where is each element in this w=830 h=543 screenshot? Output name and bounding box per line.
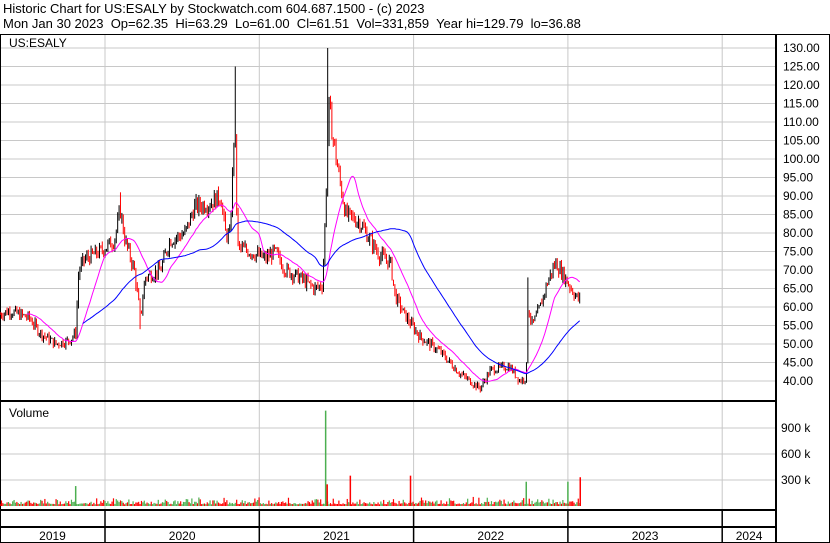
year-label-2020: 2020 (169, 529, 196, 543)
price-tick-label: 75.00 (783, 245, 813, 259)
price-tick-label: 60.00 (783, 300, 813, 314)
price-tick-label: 65.00 (783, 282, 813, 296)
price-tick-label: 45.00 (783, 356, 813, 370)
price-tick-label: 70.00 (783, 263, 813, 277)
price-tick-label: 55.00 (783, 319, 813, 333)
price-tick-label: 110.00 (783, 115, 819, 129)
price-tick-label: 130.00 (783, 41, 820, 55)
price-tick-label: 120.00 (783, 78, 820, 92)
volume-tick-label: 600 k (781, 447, 811, 461)
year-label-2023: 2023 (632, 529, 659, 543)
price-tick-label: 90.00 (783, 189, 813, 203)
year-label-2021: 2021 (323, 529, 350, 543)
chart-header: Historic Chart for US:ESALY by Stockwatc… (0, 0, 830, 34)
quote-summary: Mon Jan 30 2023 Op=62.35 Hi=63.29 Lo=61.… (3, 16, 581, 31)
volume-tick-label: 900 k (781, 421, 811, 435)
price-tick-label: 80.00 (783, 226, 813, 240)
price-tick-label: 115.00 (783, 97, 819, 111)
price-chart: 130.00 125.00 120.00 115.00 110.00 105.00 100.… (0, 33, 830, 543)
price-tick-label: 125.00 (783, 60, 820, 74)
price-tick-label: 95.00 (783, 171, 813, 185)
price-tick-label: 40.00 (783, 374, 813, 388)
volume-label: Volume (9, 406, 49, 420)
chart-title: Historic Chart for US:ESALY by Stockwatc… (3, 1, 425, 16)
year-label-2019: 2019 (39, 529, 66, 543)
volume-tick-label: 300 k (781, 473, 811, 487)
price-tick-label: 50.00 (783, 337, 813, 351)
year-label-2022: 2022 (477, 529, 504, 543)
price-tick-label: 85.00 (783, 208, 813, 222)
price-tick-label: 105.00 (783, 134, 820, 148)
symbol-label: US:ESALY (9, 36, 67, 50)
price-tick-label: 100.00 (783, 152, 820, 166)
year-label-2024: 2024 (736, 529, 763, 543)
